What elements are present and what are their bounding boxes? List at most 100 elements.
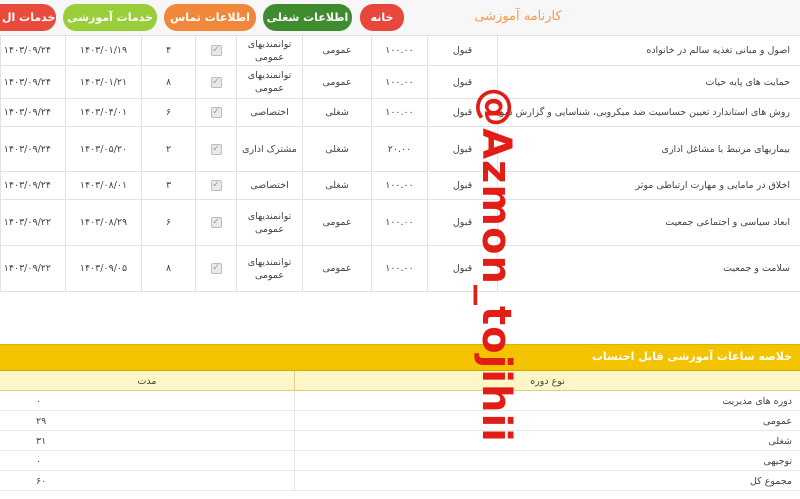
course-end-date-cell: ۱۴۰۳/۰۹/۲۴: [0, 172, 65, 199]
course-status-cell: قبول: [427, 200, 497, 245]
course-type-cell: عمومی: [302, 200, 371, 245]
top-navigation-bar: کارنامه آموزشی خانه اطلاعات شغلی اطلاعات…: [0, 0, 800, 36]
summary-row-value: ۶۰: [36, 475, 47, 487]
table-row[interactable]: ابعاد سیاسی و اجتماعی جمعیت قبول ۱۰۰.۰۰ عمو…: [0, 200, 800, 246]
table-row[interactable]: روش های استاندارد تعیین حساسیت ضد میکروب…: [0, 99, 800, 127]
course-category-cell: اختصاصی: [236, 99, 302, 126]
course-date-cell: ۱۴۰۳/۰۴/۰۱: [65, 99, 141, 126]
summary-row-label: شغلی: [294, 431, 800, 451]
course-checkbox-cell: ✓: [195, 200, 236, 245]
summary-column-headers: نوع دوره مدت: [0, 371, 800, 391]
summary-row: دوره های مدیریت ۰: [0, 391, 800, 411]
course-status-cell: قبول: [427, 36, 497, 65]
course-hours-cell: ۱۰۰.۰۰: [371, 66, 427, 98]
course-date-cell: ۱۴۰۳/۰۱/۲۱: [65, 66, 141, 98]
course-end-date-cell: ۱۴۰۳/۰۹/۲۲: [0, 246, 65, 291]
course-hours-cell: ۱۰۰.۰۰: [371, 200, 427, 245]
course-checkbox-cell: ✓: [195, 66, 236, 98]
course-status-cell: قبول: [427, 127, 497, 171]
course-type-cell: شغلی: [302, 127, 371, 171]
course-end-date-cell: ۱۴۰۳/۰۹/۲۴: [0, 127, 65, 171]
course-checkbox-cell: ✓: [195, 127, 236, 171]
course-checkbox-cell: ✓: [195, 172, 236, 199]
course-number-cell: ۳: [141, 172, 195, 199]
summary-col-type: نوع دوره: [294, 371, 800, 391]
course-category-cell: توانمندیهای عمومی: [236, 36, 302, 65]
table-row[interactable]: اخلاق در مامایی و مهارت ارتباطی موثر قبول…: [0, 172, 800, 200]
course-category-cell: توانمندیهای عمومی: [236, 200, 302, 245]
summary-row-value: ۲۹: [36, 415, 47, 427]
course-title-cell: اصول و مبانی تغذیه سالم در خانواده: [497, 36, 800, 65]
course-number-cell: ۶: [141, 99, 195, 126]
nav-services-button[interactable]: خدمات ال: [0, 4, 56, 31]
nav-home-button[interactable]: خانه: [360, 4, 404, 31]
summary-panel: خلاصه ساعات آموزشی قابل احتساب نوع دوره …: [0, 344, 800, 499]
course-checkbox-cell: ✓: [195, 99, 236, 126]
summary-title: خلاصه ساعات آموزشی قابل احتساب: [591, 350, 792, 363]
course-hours-cell: ۱۰۰.۰۰: [371, 172, 427, 199]
course-type-cell: شغلی: [302, 99, 371, 126]
completed-checkbox[interactable]: ✓: [210, 107, 222, 118]
course-status-cell: قبول: [427, 172, 497, 199]
summary-header: خلاصه ساعات آموزشی قابل احتساب: [0, 345, 800, 371]
summary-row-value: ۳۱: [36, 435, 47, 447]
course-type-cell: عمومی: [302, 246, 371, 291]
course-hours-cell: ۱۰۰.۰۰: [371, 99, 427, 126]
summary-row-label: عمومی: [294, 411, 800, 431]
summary-row-value: ۰: [36, 455, 42, 467]
course-type-cell: شغلی: [302, 172, 371, 199]
course-date-cell: ۱۴۰۳/۰۹/۰۵: [65, 246, 141, 291]
course-category-cell: توانمندیهای عمومی: [236, 66, 302, 98]
course-category-cell: توانمندیهای عمومی: [236, 246, 302, 291]
course-status-cell: قبول: [427, 99, 497, 126]
course-end-date-cell: ۱۴۰۳/۰۹/۲۴: [0, 66, 65, 98]
course-end-date-cell: ۱۴۰۳/۰۹/۲۴: [0, 99, 65, 126]
nav-job-info-button[interactable]: اطلاعات شغلی: [263, 4, 352, 31]
course-hours-cell: ۱۰۰.۰۰: [371, 36, 427, 65]
course-title-cell: ابعاد سیاسی و اجتماعی جمعیت: [497, 200, 800, 245]
course-title-cell: بیماریهای مرتبط با مشاغل اداری: [497, 127, 800, 171]
table-row[interactable]: سلامت و جمعیت قبول ۱۰۰.۰۰ عمومی توانمندیهای …: [0, 246, 800, 292]
course-status-cell: قبول: [427, 246, 497, 291]
page-title: کارنامه آموزشی: [474, 9, 562, 24]
course-hours-cell: ۲۰.۰۰: [371, 127, 427, 171]
course-date-cell: ۱۴۰۳/۰۱/۱۹: [65, 36, 141, 65]
course-type-cell: عمومی: [302, 36, 371, 65]
table-row[interactable]: حمایت های پایه حیات قبول ۱۰۰.۰۰ عمومی توانمن…: [0, 66, 800, 99]
course-end-date-cell: ۱۴۰۳/۰۹/۲۲: [0, 200, 65, 245]
nav-contact-info-button[interactable]: اطلاعات تماس: [164, 4, 256, 31]
course-title-cell: حمایت های پایه حیات: [497, 66, 800, 98]
summary-row: توجیهی ۰: [0, 451, 800, 471]
completed-checkbox[interactable]: ✓: [210, 180, 222, 191]
course-date-cell: ۱۴۰۳/۰۵/۲۰: [65, 127, 141, 171]
summary-col-duration: مدت: [137, 375, 157, 387]
course-date-cell: ۱۴۰۳/۰۸/۰۱: [65, 172, 141, 199]
summary-row: عمومی ۲۹: [0, 411, 800, 431]
course-hours-cell: ۱۰۰.۰۰: [371, 246, 427, 291]
summary-row-label: توجیهی: [294, 451, 800, 471]
course-type-cell: عمومی: [302, 66, 371, 98]
summary-row: مجموع کل ۶۰: [0, 471, 800, 491]
course-title-cell: اخلاق در مامایی و مهارت ارتباطی موثر: [497, 172, 800, 199]
course-title-cell: سلامت و جمعیت: [497, 246, 800, 291]
nav-edu-services-button[interactable]: خدمات آموزشی: [63, 4, 157, 31]
course-category-cell: اختصاصی: [236, 172, 302, 199]
summary-row-label: دوره های مدیریت: [294, 391, 800, 411]
table-row[interactable]: اصول و مبانی تغذیه سالم در خانواده قبول ۱۰…: [0, 36, 800, 66]
completed-checkbox[interactable]: ✓: [210, 263, 222, 274]
table-row[interactable]: بیماریهای مرتبط با مشاغل اداری قبول ۲۰.۰۰ ش…: [0, 127, 800, 172]
completed-checkbox[interactable]: ✓: [210, 217, 222, 228]
summary-row-label: مجموع کل: [294, 471, 800, 491]
course-title-cell: روش های استاندارد تعیین حساسیت ضد میکروب…: [497, 99, 800, 126]
completed-checkbox[interactable]: ✓: [210, 143, 222, 155]
summary-row-value: ۰: [36, 395, 42, 407]
course-number-cell: ۸: [141, 66, 195, 98]
summary-row: شغلی ۳۱: [0, 431, 800, 451]
completed-checkbox[interactable]: ✓: [210, 76, 222, 88]
course-checkbox-cell: ✓: [195, 246, 236, 291]
course-status-cell: قبول: [427, 66, 497, 98]
course-end-date-cell: ۱۴۰۳/۰۹/۲۴: [0, 36, 65, 65]
course-number-cell: ۸: [141, 246, 195, 291]
course-number-cell: ۲: [141, 127, 195, 171]
completed-checkbox[interactable]: ✓: [210, 45, 222, 56]
